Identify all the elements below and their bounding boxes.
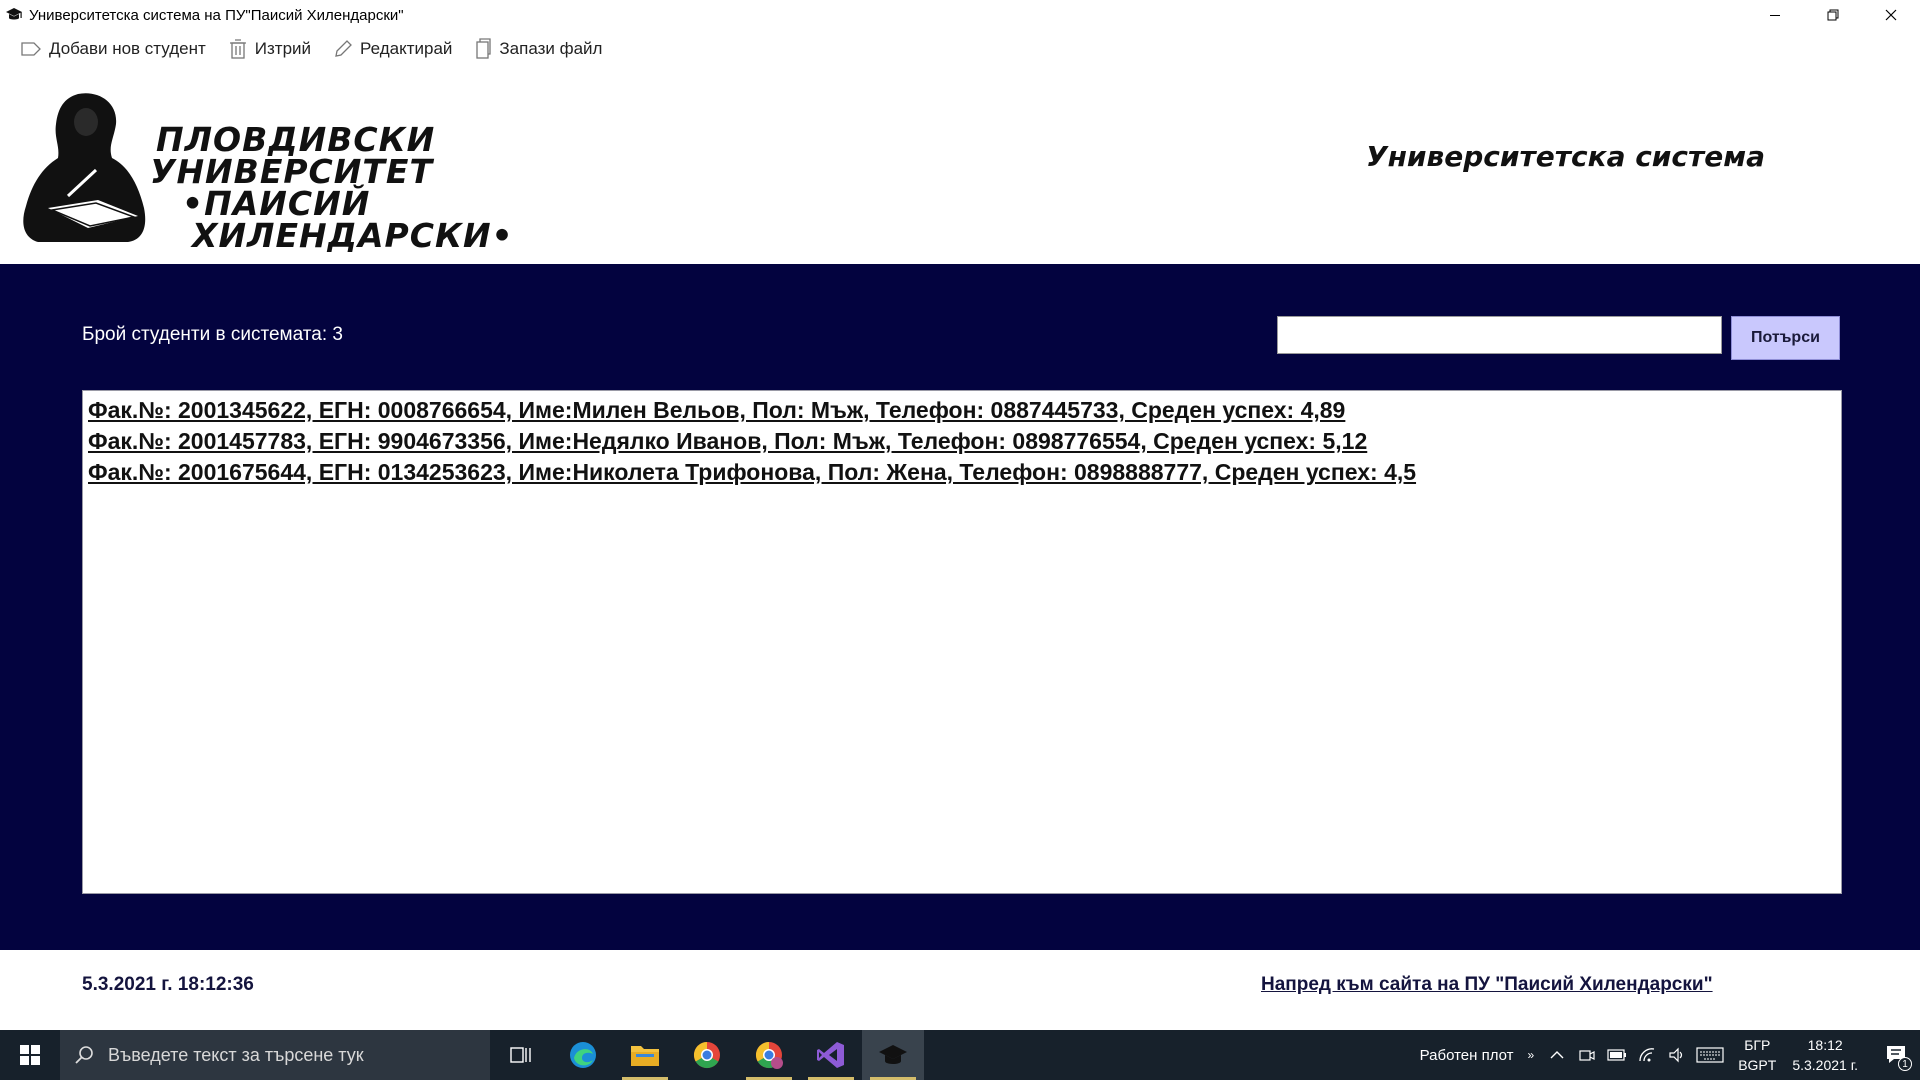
- list-item[interactable]: Фак.№: 2001675644, ЕГН: 0134253623, Име:…: [88, 457, 1836, 488]
- chrome-profile-icon: [755, 1041, 783, 1069]
- taskbar-clock[interactable]: 18:12 5.3.2021 г.: [1792, 1035, 1858, 1075]
- university-logo: ПЛОВДИВСКИ УНИВЕРСИТЕТ •ПАИСИЙ ХИЛЕНДАРС…: [18, 88, 513, 252]
- touch-keyboard-button[interactable]: [1692, 1030, 1728, 1080]
- add-student-label: Добави нов студент: [49, 39, 206, 58]
- task-view-icon: [510, 1047, 531, 1063]
- desktop-toolbar-label[interactable]: Работен плот: [1420, 1047, 1514, 1064]
- graduation-cap-icon: [3, 4, 25, 26]
- minimize-icon: [1770, 15, 1780, 16]
- battery-icon: [1607, 1049, 1627, 1061]
- paisiy-figure-icon: [23, 93, 146, 242]
- minimize-button[interactable]: [1746, 0, 1804, 30]
- speaker-icon: [1669, 1047, 1683, 1063]
- edit-label: Редактирай: [360, 39, 453, 58]
- language-code: БГР: [1744, 1037, 1771, 1053]
- window-controls: [1746, 0, 1920, 30]
- meet-now-button[interactable]: [1572, 1030, 1602, 1080]
- trash-icon: [229, 39, 246, 59]
- taskbar-search[interactable]: Въведете текст за търсене тук: [60, 1030, 490, 1080]
- list-item[interactable]: Фак.№: 2001457783, ЕГН: 9904673356, Име:…: [88, 426, 1836, 457]
- main-panel: Брой студенти в системата: 3 Потърси Фак…: [0, 264, 1920, 950]
- file-explorer-app[interactable]: [614, 1030, 676, 1080]
- footer: 5.3.2021 г. 18:12:36 Напред към сайта на…: [0, 950, 1920, 1030]
- chevron-up-icon: [1550, 1051, 1564, 1059]
- close-button[interactable]: [1862, 0, 1920, 30]
- battery-button[interactable]: [1602, 1030, 1632, 1080]
- delete-button[interactable]: Изтрий: [228, 38, 311, 60]
- current-datetime: 5.3.2021 г. 18:12:36: [82, 974, 254, 995]
- university-app[interactable]: [862, 1030, 924, 1080]
- toolbar: Добави нов студент Изтрий Редактирай Зап…: [0, 34, 624, 64]
- keyboard-icon: [1696, 1047, 1724, 1063]
- notification-count-badge: 1: [1898, 1057, 1912, 1071]
- edge-app[interactable]: [552, 1030, 614, 1080]
- action-center-button[interactable]: 1: [1874, 1030, 1920, 1080]
- edit-button[interactable]: Редактирай: [333, 39, 452, 59]
- edge-icon: [570, 1042, 596, 1068]
- input-language[interactable]: БГР BGPT: [1738, 1035, 1776, 1075]
- close-icon: [1885, 9, 1897, 21]
- title-bar: Университетска система на ПУ"Паисий Хиле…: [0, 0, 1920, 30]
- list-item[interactable]: Фак.№: 2001345622, ЕГН: 0008766654, Име:…: [88, 395, 1836, 426]
- restore-button[interactable]: [1804, 0, 1862, 30]
- logo-line: ХИЛЕНДАРСКИ•: [192, 216, 514, 255]
- chrome-icon: [693, 1041, 720, 1069]
- students-list[interactable]: Фак.№: 2001345622, ЕГН: 0008766654, Име:…: [82, 390, 1842, 894]
- window-title: Университетска система на ПУ"Паисий Хиле…: [29, 6, 404, 24]
- taskbar: Въведете текст за търсене тук Работен пл…: [0, 1030, 1920, 1080]
- restore-icon: [1827, 9, 1839, 21]
- student-count: Брой студенти в системата: 3: [82, 324, 343, 345]
- delete-label: Изтрий: [254, 39, 312, 58]
- visual-studio-icon: [817, 1042, 844, 1068]
- university-site-link[interactable]: Напред към сайта на ПУ "Паисий Хилендарс…: [1261, 974, 1713, 996]
- folder-icon: [631, 1046, 659, 1066]
- volume-button[interactable]: [1662, 1030, 1692, 1080]
- wifi-icon: [1639, 1048, 1655, 1062]
- pencil-icon: [335, 40, 352, 57]
- start-button[interactable]: [0, 1030, 60, 1080]
- logo-text: ПЛОВДИВСКИ УНИВЕРСИТЕТ •ПАИСИЙ ХИЛЕНДАРС…: [150, 123, 514, 255]
- system-title: Университетска система: [1366, 140, 1766, 173]
- keyboard-layout: BGPT: [1738, 1057, 1777, 1073]
- copy-icon: [476, 38, 492, 59]
- chevron-right-icon[interactable]: »: [1528, 1048, 1535, 1062]
- chrome-app[interactable]: [676, 1030, 738, 1080]
- network-button[interactable]: [1632, 1030, 1662, 1080]
- taskbar-time: 18:12: [1807, 1037, 1843, 1053]
- taskbar-search-placeholder: Въведете текст за търсене тук: [108, 1044, 364, 1065]
- system-tray: Работен плот » БГР BGPT 18:12 5.3.2021 г…: [1420, 1030, 1920, 1080]
- tag-icon: [21, 42, 41, 56]
- camera-icon: [1579, 1050, 1595, 1061]
- show-hidden-icons-button[interactable]: [1542, 1030, 1572, 1080]
- visual-studio-app[interactable]: [800, 1030, 862, 1080]
- add-student-button[interactable]: Добави нов студент: [20, 39, 206, 59]
- save-file-button[interactable]: Запази файл: [474, 38, 602, 60]
- search-button[interactable]: Потърси: [1731, 316, 1840, 360]
- search-input[interactable]: [1277, 316, 1722, 354]
- windows-icon: [20, 1045, 40, 1065]
- chrome-profile-app[interactable]: [738, 1030, 800, 1080]
- header: ПЛОВДИВСКИ УНИВЕРСИТЕТ •ПАИСИЙ ХИЛЕНДАРС…: [0, 70, 1920, 264]
- save-file-label: Запази файл: [499, 39, 603, 58]
- search-icon: [75, 1046, 93, 1064]
- taskbar-date: 5.3.2021 г.: [1792, 1057, 1858, 1073]
- graduation-cap-icon: [879, 1045, 907, 1064]
- task-view-button[interactable]: [490, 1030, 552, 1080]
